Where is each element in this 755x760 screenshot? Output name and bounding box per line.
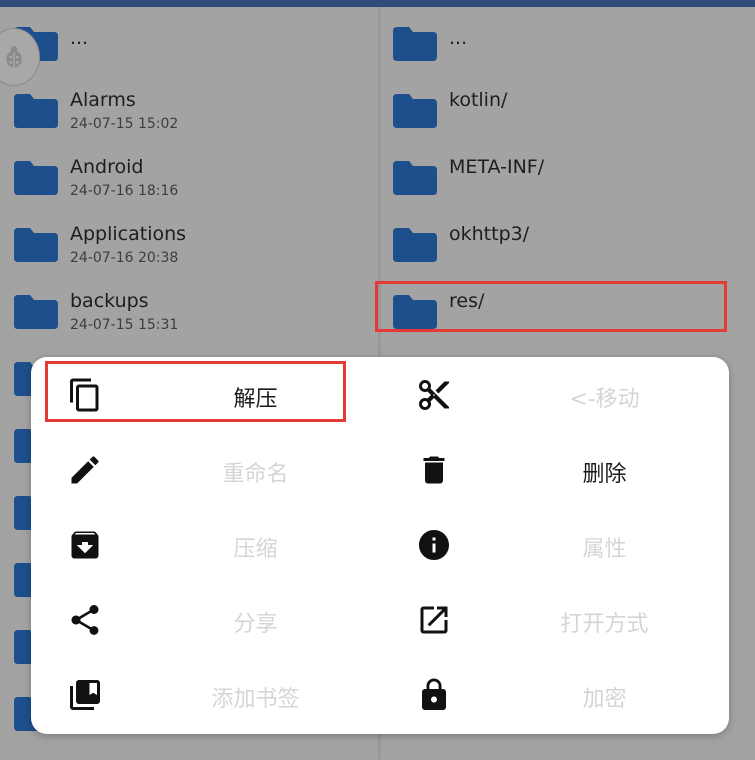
file-name: Alarms [70, 89, 136, 111]
menu-item-compress[interactable]: 压缩 [31, 507, 380, 582]
file-name: Applications [70, 223, 187, 245]
list-item[interactable]: okhttp3/ [381, 208, 755, 275]
folder-icon [14, 161, 58, 195]
menu-item-open-with[interactable]: 打开方式 [380, 582, 729, 657]
menu-item-label: 重命名 [222, 462, 289, 487]
highlight-box-extract [45, 361, 346, 422]
open-external-icon [416, 602, 452, 638]
folder-icon [393, 27, 437, 61]
file-name: Android [70, 156, 144, 178]
file-name: backups [70, 290, 149, 312]
file-date: 24-07-16 18:16 [70, 183, 179, 199]
list-item[interactable]: META-INF/ [381, 141, 755, 208]
share-icon [67, 602, 103, 638]
folder-icon [393, 228, 437, 262]
menu-item-share[interactable]: 分享 [31, 582, 380, 657]
menu-item-label: 分享 [233, 612, 278, 637]
archive-icon [67, 527, 103, 563]
folder-icon [393, 161, 437, 195]
file-date: 24-07-16 20:38 [70, 250, 179, 266]
file-date: 24-07-15 15:02 [70, 116, 179, 132]
lock-icon [416, 677, 452, 713]
info-icon [416, 527, 452, 563]
menu-item-properties[interactable]: 属性 [380, 507, 729, 582]
file-name: META-INF/ [449, 156, 545, 178]
file-name: kotlin/ [449, 89, 508, 111]
folder-icon [14, 94, 58, 128]
list-item[interactable]: ... [0, 7, 378, 74]
list-item[interactable]: Alarms 24-07-15 15:02 [0, 74, 378, 141]
bookmark-icon [67, 677, 103, 713]
list-item[interactable]: ... [381, 7, 755, 74]
menu-item-label: <-移动 [569, 387, 640, 412]
menu-item-encrypt[interactable]: 加密 [380, 657, 729, 732]
menu-item-label: 属性 [582, 537, 627, 562]
menu-item-move[interactable]: <-移动 [380, 357, 729, 432]
folder-icon [14, 228, 58, 262]
file-date: 24-07-15 15:31 [70, 317, 179, 333]
menu-item-label: 添加书签 [211, 687, 300, 712]
menu-item-delete[interactable]: 删除 [380, 432, 729, 507]
menu-item-label: 打开方式 [560, 612, 649, 637]
menu-item-label: 删除 [582, 462, 627, 487]
bug-icon [6, 46, 22, 68]
folder-icon [14, 295, 58, 329]
list-item[interactable]: kotlin/ [381, 74, 755, 141]
file-name: ... [449, 27, 468, 49]
menu-item-label: 压缩 [233, 537, 278, 562]
scissors-icon [416, 377, 452, 413]
folder-icon [393, 94, 437, 128]
menu-item-add-bookmark[interactable]: 添加书签 [31, 657, 380, 732]
trash-icon [416, 452, 452, 488]
file-name: ... [70, 27, 89, 49]
file-name: okhttp3/ [449, 223, 530, 245]
menu-item-label: 加密 [582, 687, 627, 712]
list-item[interactable]: backups 24-07-15 15:31 [0, 275, 378, 342]
pencil-icon [67, 452, 103, 488]
list-item[interactable]: Android 24-07-16 18:16 [0, 141, 378, 208]
highlight-box-res [375, 281, 727, 332]
top-app-bar [0, 0, 755, 7]
menu-item-rename[interactable]: 重命名 [31, 432, 380, 507]
list-item[interactable]: Applications 24-07-16 20:38 [0, 208, 378, 275]
